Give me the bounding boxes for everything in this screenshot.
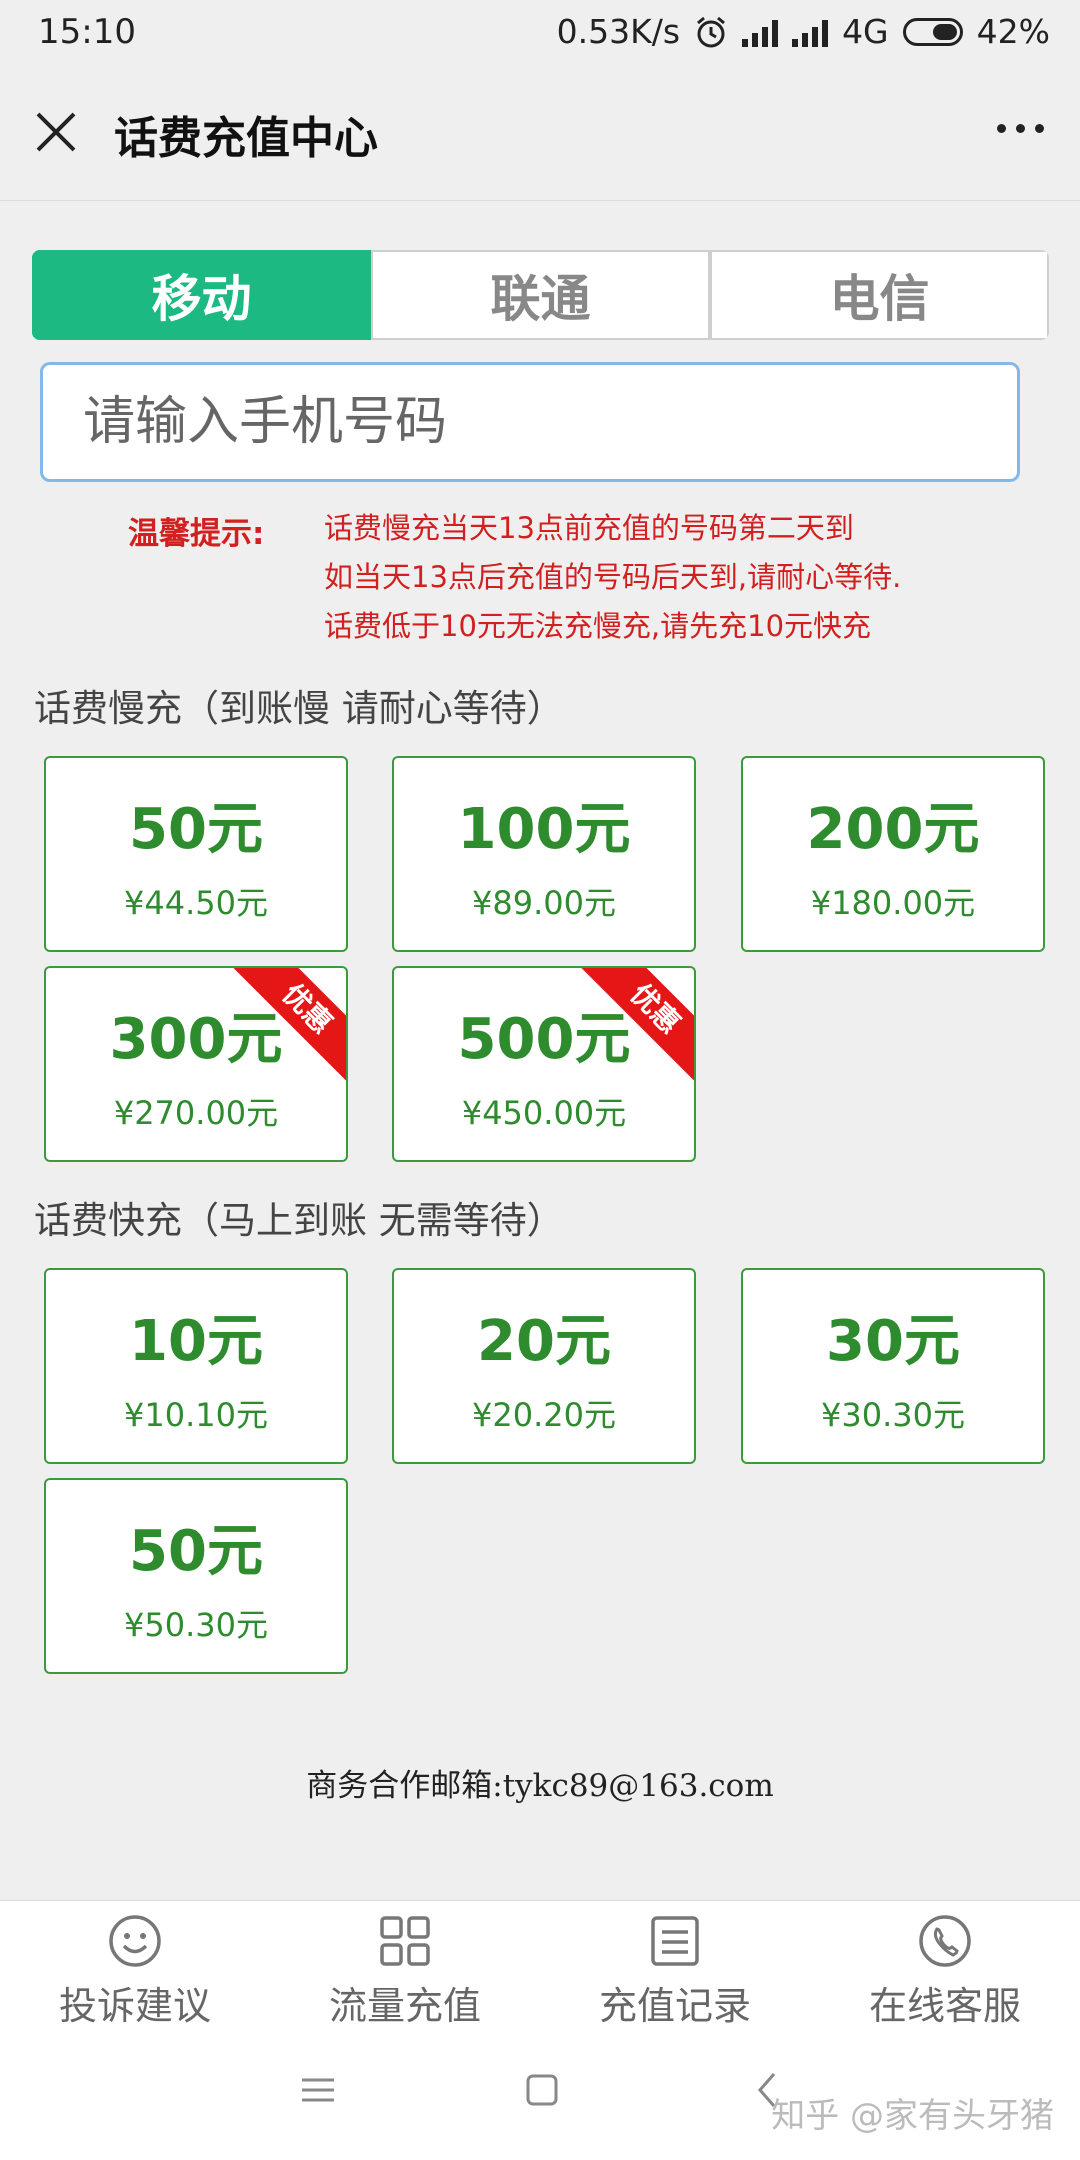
notice-line: 如当天13点后充值的号码后天到,请耐心等待. — [324, 560, 902, 594]
bottom-nav: 投诉建议 流量充值 充值记录 在线客服 — [0, 1900, 1080, 2031]
business-email: 商务合作邮箱:tykc89@163.com — [306, 1768, 774, 1804]
system-nav-bar: 知乎 @家有头牙猪 — [0, 2030, 1080, 2160]
menu-icon[interactable] — [298, 2070, 338, 2110]
network-type: 4G — [842, 12, 889, 51]
card-face-value: 30元 — [826, 1309, 960, 1374]
nav-label: 充值记录 — [598, 1984, 751, 2028]
signal-hd-icon — [792, 17, 829, 47]
grid-icon — [380, 1916, 430, 1966]
recharge-option-card[interactable]: 10元 ¥10.10元 — [44, 1268, 348, 1464]
nav-online-service[interactable]: 在线客服 — [810, 1901, 1080, 2031]
recharge-option-card[interactable]: 30元 ¥30.30元 — [741, 1268, 1045, 1464]
alarm-icon — [697, 16, 726, 47]
recharge-option-card[interactable]: 50元 ¥44.50元 — [44, 756, 348, 952]
card-price: ¥44.50元 — [124, 884, 268, 922]
card-price: ¥20.20元 — [472, 1396, 616, 1434]
card-price: ¥270.00元 — [113, 1094, 279, 1132]
home-icon[interactable] — [522, 2070, 562, 2110]
card-price: ¥50.30元 — [124, 1606, 268, 1644]
carrier-tabs: 移动 联通 电信 — [32, 250, 1049, 340]
phone-number-input[interactable] — [43, 365, 1017, 479]
card-face-value: 100元 — [457, 797, 631, 862]
nav-label: 流量充值 — [328, 1984, 481, 2028]
phone-input-container — [40, 362, 1020, 482]
smile-icon — [109, 1915, 161, 1967]
fast-recharge-title: 话费快充（马上到账 无需等待） — [34, 1199, 564, 1242]
nav-label: 投诉建议 — [58, 1984, 211, 2028]
title-bar: 话费充值中心 — [0, 64, 1080, 201]
notice-lines: 话费慢充当天13点前充值的号码第二天到 如当天13点后充值的号码后天到,请耐心等… — [324, 504, 901, 651]
signal-icon — [742, 17, 779, 47]
card-price: ¥89.00元 — [472, 884, 616, 922]
status-time: 15:10 — [38, 12, 136, 52]
card-price: ¥450.00元 — [461, 1094, 627, 1132]
tab-unicom[interactable]: 联通 — [371, 250, 710, 340]
card-face-value: 20元 — [477, 1309, 611, 1374]
list-icon — [651, 1916, 699, 1966]
card-face-value: 50元 — [129, 1519, 263, 1584]
battery-icon — [902, 17, 963, 46]
recharge-option-card[interactable]: 100元 ¥89.00元 — [392, 756, 696, 952]
more-options-icon[interactable] — [997, 124, 1044, 133]
net-speed: 0.53K/s — [556, 12, 681, 51]
card-price: ¥10.10元 — [124, 1396, 268, 1434]
card-face-value: 50元 — [129, 797, 263, 862]
card-price: ¥180.00元 — [810, 884, 976, 922]
battery-level: 42% — [976, 12, 1050, 51]
nav-label: 在线客服 — [868, 1984, 1021, 2028]
recharge-option-card[interactable]: 50元 ¥50.30元 — [44, 1478, 348, 1674]
card-face-value: 10元 — [129, 1309, 263, 1374]
notice-label: 温馨提示: — [128, 516, 265, 552]
card-price: ¥30.30元 — [821, 1396, 965, 1434]
recharge-option-card[interactable]: 优惠 500元 ¥450.00元 — [392, 966, 696, 1162]
status-bar: 15:10 0.53K/s 4G 42% — [0, 0, 1080, 64]
nav-complaint[interactable]: 投诉建议 — [0, 1901, 270, 2031]
recharge-option-card[interactable]: 20元 ¥20.20元 — [392, 1268, 696, 1464]
phone-icon — [919, 1915, 971, 1967]
slow-recharge-title: 话费慢充（到账慢 请耐心等待） — [34, 687, 564, 730]
status-icons: 0.53K/s 4G 42% — [557, 12, 1050, 51]
recharge-option-card[interactable]: 200元 ¥180.00元 — [741, 756, 1045, 952]
card-face-value: 300元 — [109, 1007, 283, 1072]
card-face-value: 200元 — [806, 797, 980, 862]
card-face-value: 500元 — [457, 1007, 631, 1072]
tab-telecom[interactable]: 电信 — [710, 250, 1049, 340]
notice-line: 话费慢充当天13点前充值的号码第二天到 — [324, 511, 854, 545]
nav-recharge-history[interactable]: 充值记录 — [540, 1901, 810, 2031]
recharge-option-card[interactable]: 优惠 300元 ¥270.00元 — [44, 966, 348, 1162]
nav-data-recharge[interactable]: 流量充值 — [270, 1901, 540, 2031]
watermark: 知乎 @家有头牙猪 — [771, 2096, 1054, 2136]
notice-line: 话费低于10元无法充慢充,请先充10元快充 — [324, 609, 872, 643]
page-title: 话费充值中心 — [114, 113, 378, 164]
close-icon[interactable] — [28, 104, 84, 160]
tab-mobile[interactable]: 移动 — [32, 250, 371, 340]
